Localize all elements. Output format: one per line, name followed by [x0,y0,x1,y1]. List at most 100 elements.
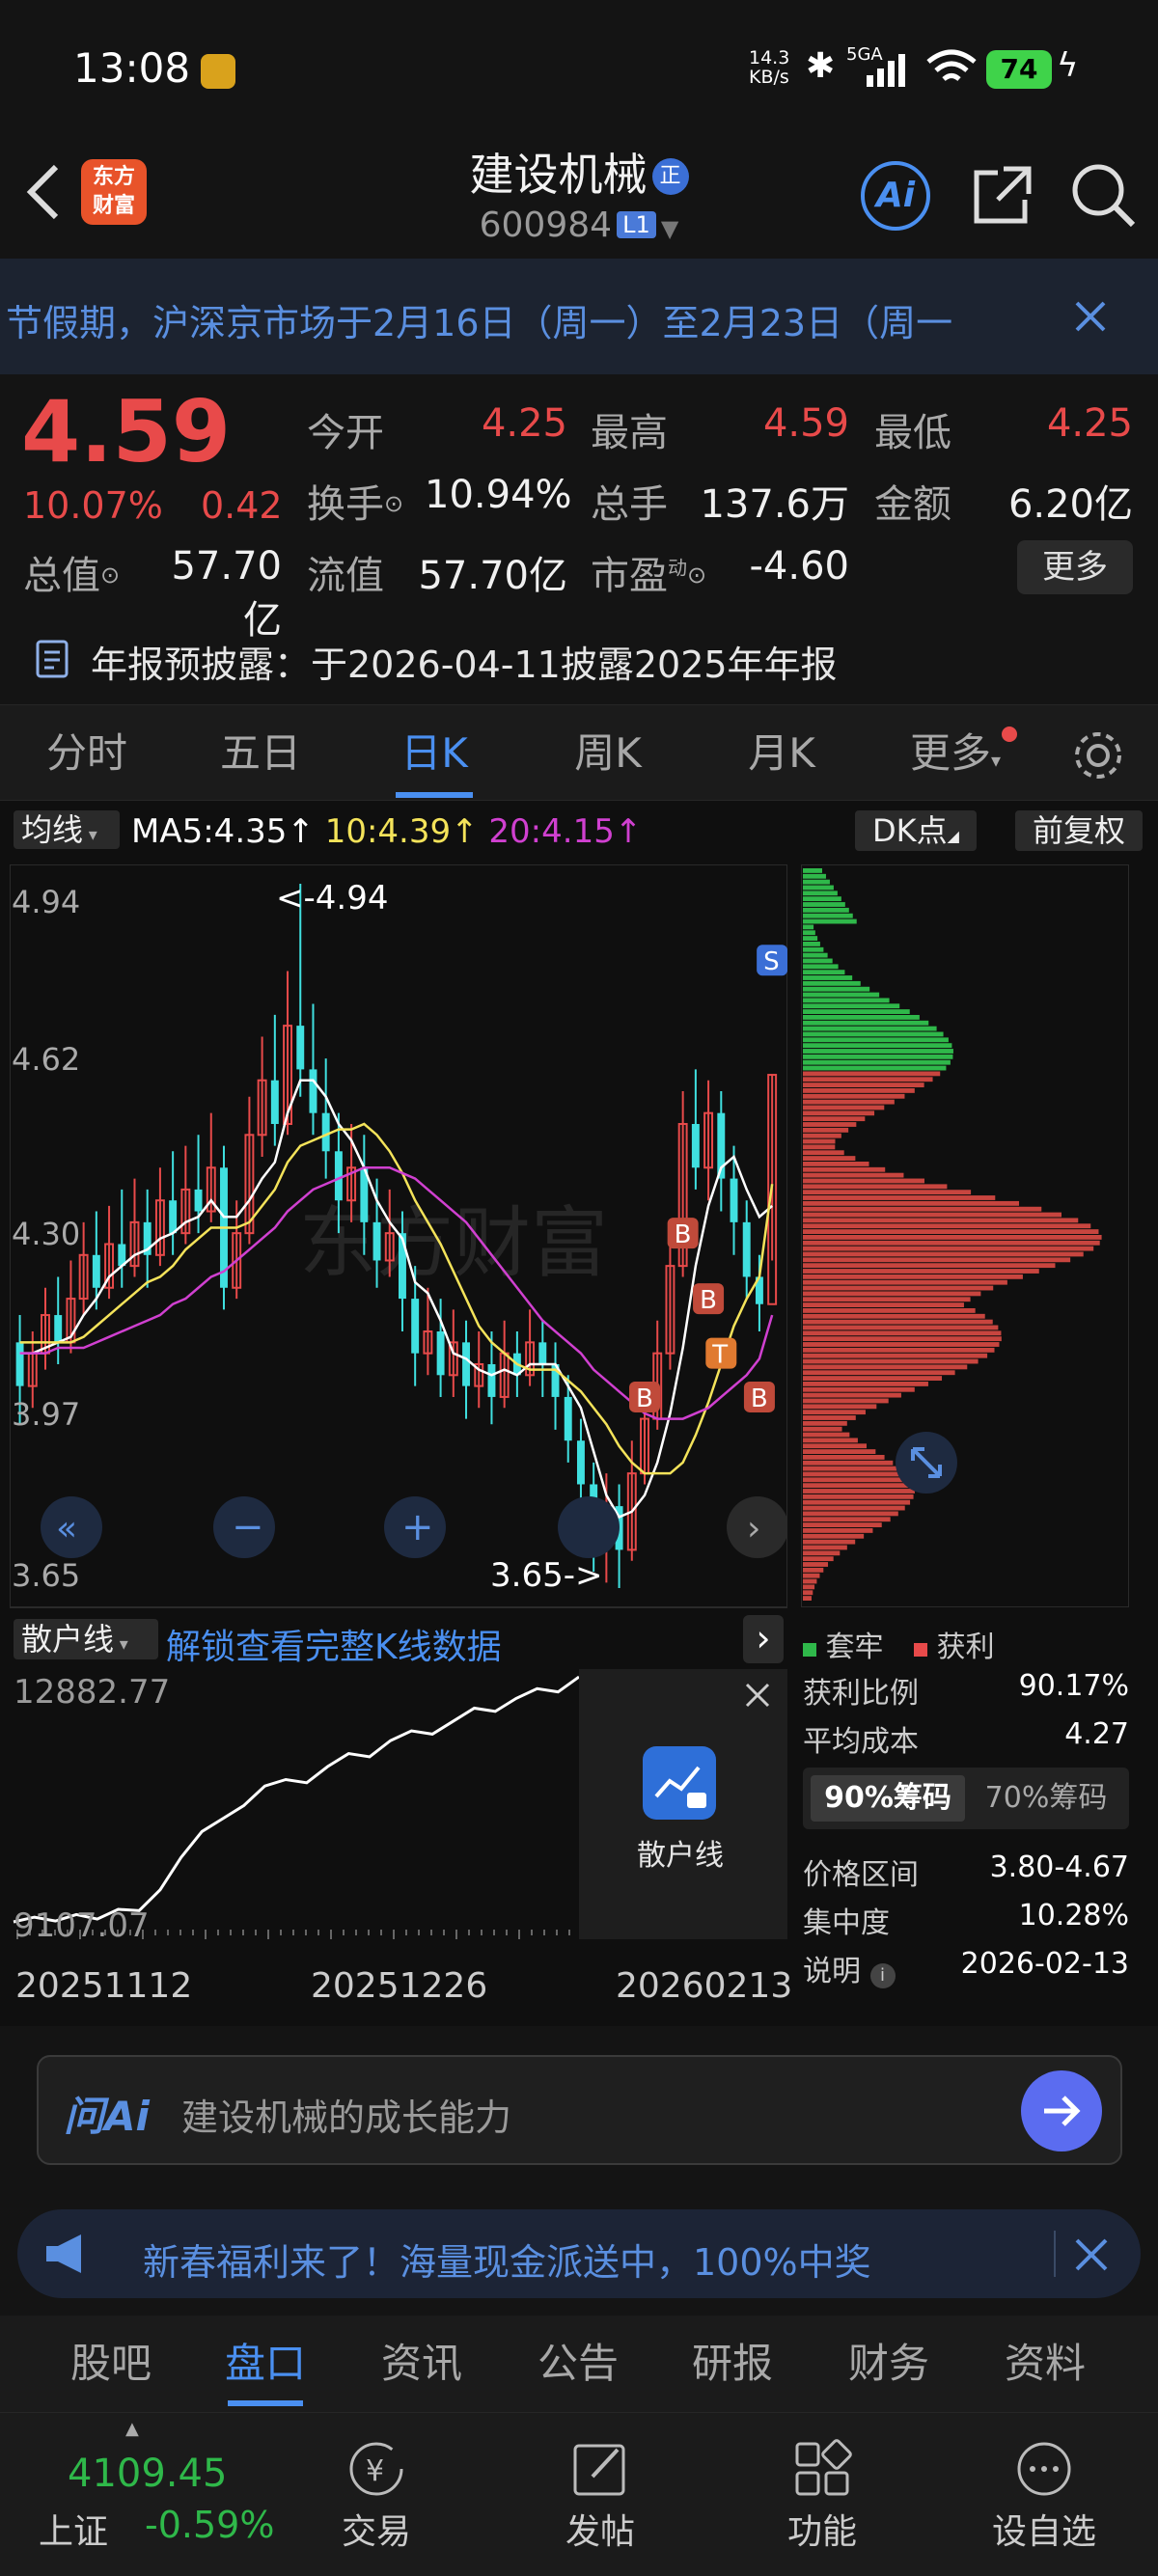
x-label-start: 20251112 [15,1966,193,2006]
tab-weekly-k[interactable]: 周K [521,705,695,802]
note-label[interactable]: 说明 i [803,1947,896,1989]
chip-bar [803,1319,993,1325]
chip-bar [803,1545,847,1550]
search-icon[interactable] [1067,159,1139,231]
tab-five-day[interactable]: 五日 [174,705,347,802]
tab-announcements[interactable]: 公告 [506,2316,650,2412]
report-notice[interactable]: 年报预披露：于2026-04-11披露2025年年报 [91,635,838,688]
chip-bar [803,1443,868,1449]
tab-monthly-k[interactable]: 月K [695,705,868,802]
tab-market[interactable]: 盘口 [193,2316,338,2412]
tab-finance[interactable]: 财务 [816,2316,961,2412]
chip-bar [803,1438,858,1443]
candle [436,1331,445,1376]
tab-research[interactable]: 研报 [660,2316,805,2412]
adjust-button[interactable]: 前复权 [1015,810,1143,851]
scroll-back-button[interactable] [558,1496,620,1558]
chip-bar [803,868,822,873]
trade-button[interactable]: ¥ 交易 [299,2438,454,2554]
retail-dropdown[interactable]: 散户线 ▾ [14,1619,158,1659]
chip-bar [803,1550,841,1556]
chevron-right-icon[interactable]: › [743,1615,784,1663]
signal-icon [867,54,905,87]
ma20-value: 20:4.15↑ [488,812,643,851]
y-tick-label: 3.97 [12,1396,80,1433]
chip-bar [803,1026,937,1031]
chip-bar [803,1567,824,1573]
stock-code: 600984 [479,206,613,245]
tab-more[interactable]: 更多▾ [868,705,1042,802]
ask-ai-input[interactable]: 建设机械的成长能力 [181,2088,511,2141]
y-tick-label: 4.30 [12,1216,80,1252]
open-label: 今开 [307,411,384,455]
chip-bar [803,1477,912,1483]
status-bar: 13:08 14.3 KB/s ✱ 5GA 74 ϟ [0,0,1158,140]
info-icon: ⊙ [687,562,707,589]
close-icon[interactable] [1073,2236,1110,2273]
candle [270,1080,279,1124]
ai-button[interactable]: Ai [861,161,930,231]
battery-indicator: 74 [986,50,1052,89]
lock-chart-icon [643,1746,716,1820]
double-chevron-left-icon: « [56,1509,77,1548]
tab-profile[interactable]: 资料 [973,2316,1117,2412]
candle [54,1315,63,1343]
tab-news[interactable]: 资讯 [349,2316,494,2412]
active-tab-indicator [396,792,473,798]
stock-code-row[interactable]: 600984 L1 ▼ [367,206,791,245]
chip-bar [803,946,824,952]
chevron-up-icon[interactable]: ▲ [125,2419,139,2439]
chip-bar [803,1382,928,1386]
chip-bar [803,1263,1056,1269]
notice-text: 节假期，沪深京市场于2月16日（周一）至2月23日（周一 [6,302,953,344]
notice-banner[interactable]: 节假期，沪深京市场于2月16日（周一）至2月23日（周一 [0,259,1158,374]
stock-name: 建设机械 [469,149,648,201]
candle [399,1233,406,1300]
chip-bar [803,980,861,986]
send-button[interactable] [1021,2070,1102,2151]
dk-button[interactable]: DK点◢ [855,810,977,851]
net-speed: 14.3 KB/s [749,47,790,88]
add-watchlist-button[interactable]: 设自选 [967,2438,1121,2554]
chip-bar [803,1410,866,1415]
app-logo[interactable]: 东方 财富 [81,159,147,225]
chip-bar [803,1364,968,1370]
promo-banner[interactable]: 新春福利来了！海量现金派送中，100%中奖 [17,2209,1141,2298]
functions-button[interactable]: 功能 [745,2438,899,2554]
candle [538,1342,547,1364]
close-icon[interactable] [743,1681,772,1710]
index-value[interactable]: 4109.45 [68,2452,227,2496]
chip-bar [803,885,834,891]
megaphone-icon [46,2234,81,2273]
ask-ai-bar[interactable]: 问Ai 建设机械的成长能力 [37,2055,1122,2165]
gear-icon[interactable] [1069,726,1127,784]
candle [487,1363,496,1397]
chip-distribution[interactable] [801,864,1129,1607]
title-block[interactable]: 建设机械 正 [367,140,791,204]
mktcap-value: 57.70亿 [171,544,282,643]
chip-bar [803,1172,904,1178]
close-icon[interactable] [1071,297,1110,336]
pe-label: 市盈动⊙ [591,554,707,598]
tab-intraday[interactable]: 分时 [0,705,174,802]
back-icon[interactable] [23,161,62,223]
unlock-link[interactable]: 解锁查看完整K线数据 [166,1619,502,1669]
tab-forum[interactable]: 股吧 [39,2316,183,2412]
chip-bar [803,1274,1023,1279]
divider [1054,2231,1056,2277]
chip-bar [803,1420,847,1426]
chip-bar [803,1325,999,1330]
indicator-dropdown[interactable]: 均线 ▾ [14,810,120,849]
more-button[interactable]: 更多 [1017,540,1133,594]
tab-chip-70[interactable]: 70%筹码 [969,1775,1123,1822]
candle [576,1440,585,1485]
chip-bar [803,1212,1062,1218]
ma10-value: 10:4.39↑ [324,812,479,851]
chip-bar [803,1235,1102,1240]
post-button[interactable]: 发帖 [523,2438,677,2554]
share-icon[interactable] [969,161,1036,229]
candle [92,1254,100,1288]
chip-bar [803,1353,988,1358]
tab-chip-90[interactable]: 90%筹码 [811,1775,965,1822]
tab-daily-k[interactable]: 日K [347,705,521,802]
